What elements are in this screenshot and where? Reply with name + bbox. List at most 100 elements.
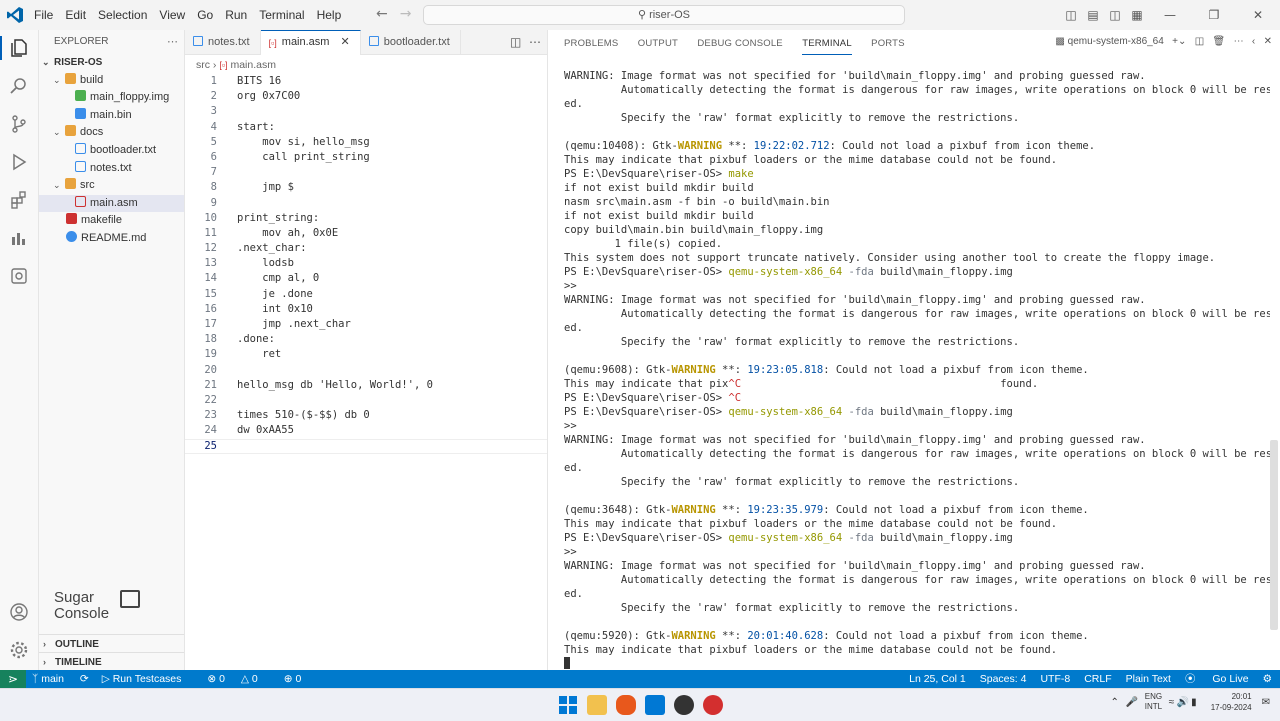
indentation[interactable]: Spaces: 4: [980, 670, 1027, 688]
split-editor-icon[interactable]: ◫: [510, 35, 521, 49]
terminal-name[interactable]: qemu-system-x86_64: [1068, 36, 1164, 47]
ports-indicator[interactable]: ⊕ 0: [284, 670, 315, 688]
menu-help[interactable]: Help: [311, 8, 348, 22]
code-area[interactable]: 1 BITS 16 2 org 0x7C00 3 4 start: 5 mov si, hel…: [185, 74, 547, 454]
run-debug-icon[interactable]: [9, 152, 29, 172]
command-center-search[interactable]: ⚲ riser-OS: [423, 5, 905, 25]
txt-file-icon: [75, 142, 86, 154]
workspace-root[interactable]: ⌄ RISER-OS: [39, 54, 184, 72]
account-icon[interactable]: [9, 602, 29, 622]
search-icon[interactable]: [9, 76, 29, 96]
toggle-secondary-sidebar-icon[interactable]: ◫: [1104, 8, 1126, 22]
close-tab-icon[interactable]: ✕: [341, 36, 350, 48]
restore-icon[interactable]: ❐: [1192, 8, 1236, 22]
folder-file-icon: [65, 125, 76, 137]
github-icon[interactable]: [674, 695, 694, 715]
toggle-panel-icon[interactable]: ▤: [1082, 8, 1104, 22]
back-arrow-icon[interactable]: ←: [376, 6, 388, 22]
tree-item-src[interactable]: ⌄ src: [39, 177, 184, 195]
windows-start-icon[interactable]: [558, 695, 578, 715]
tree-item-main-bin[interactable]: main.bin: [39, 107, 184, 125]
menu-edit[interactable]: Edit: [59, 8, 92, 22]
encoding[interactable]: UTF-8: [1040, 670, 1070, 688]
customize-layout-icon[interactable]: ▦: [1126, 8, 1148, 22]
problems-indicator[interactable]: ⊗ 0 △ 0: [207, 670, 270, 688]
qemu-icon[interactable]: [703, 695, 723, 715]
explorer-files-icon[interactable]: [9, 38, 29, 58]
code-line: 19 ret: [185, 347, 547, 362]
menu-terminal[interactable]: Terminal: [253, 8, 310, 22]
remote-indicator-icon[interactable]: ⋗: [0, 670, 26, 688]
go-live-button[interactable]: ⦿ Go Live: [1185, 670, 1249, 688]
wifi-icon[interactable]: ≈: [1169, 697, 1175, 708]
more-actions-icon[interactable]: ⋯: [167, 30, 178, 54]
tree-item-makefile[interactable]: makefile: [39, 212, 184, 230]
tab-main-asm[interactable]: [▫] main.asm ✕: [260, 30, 361, 55]
battery-icon[interactable]: ▮: [1191, 697, 1197, 708]
menu-file[interactable]: File: [28, 8, 59, 22]
chevron-down-icon[interactable]: ⌄: [1178, 36, 1186, 47]
terminal-scrollbar[interactable]: [1270, 440, 1278, 630]
volume-icon[interactable]: 🔊: [1176, 697, 1188, 708]
notification-icon[interactable]: ✉: [1262, 697, 1270, 708]
breadcrumb-file[interactable]: main.asm: [230, 59, 276, 71]
terminal-line: Specify the 'raw' format explicitly to r…: [564, 476, 1020, 488]
cursor-position[interactable]: Ln 25, Col 1: [909, 670, 966, 688]
line-endings[interactable]: CRLF: [1084, 670, 1111, 688]
maximize-panel-icon[interactable]: ‹: [1252, 36, 1255, 47]
terminal-output[interactable]: WARNING: Image format was not specified …: [564, 69, 1270, 671]
source-control-icon[interactable]: [9, 114, 29, 134]
tree-item-main-asm[interactable]: main.asm: [39, 194, 184, 213]
tab-notes-txt[interactable]: notes.txt: [185, 30, 261, 54]
brave-browser-icon[interactable]: [616, 695, 636, 715]
timeline-section[interactable]: › TIMELINE: [39, 652, 184, 670]
close-window-icon[interactable]: ✕: [1236, 8, 1280, 22]
more-actions-icon[interactable]: ⋯: [529, 35, 541, 49]
code-text: int 0x10: [237, 302, 313, 315]
tab-bootloader-txt[interactable]: bootloader.txt: [361, 30, 461, 54]
clock[interactable]: 20:01 17-09-2024: [1211, 691, 1252, 713]
more-actions-icon[interactable]: ⋯: [1234, 36, 1244, 47]
chevron-up-icon[interactable]: ⌃: [1111, 697, 1119, 708]
tab-problems[interactable]: PROBLEMS: [564, 32, 618, 56]
tree-item-bootloader-txt[interactable]: bootloader.txt: [39, 142, 184, 160]
language-mode[interactable]: Plain Text: [1126, 670, 1171, 688]
menu-selection[interactable]: Selection: [92, 8, 153, 22]
run-testcases-button[interactable]: ▷ Run Testcases: [102, 670, 195, 688]
breadcrumb-folder[interactable]: src: [196, 59, 210, 71]
notifications-bell-icon[interactable]: ⚙: [1263, 670, 1272, 688]
terminal-line: (qemu:5920): Gtk-WARNING **: 20:01:40.62…: [564, 630, 1089, 642]
close-panel-icon[interactable]: ✕: [1264, 36, 1272, 47]
tree-item-readme-md[interactable]: README.md: [39, 230, 184, 248]
outline-section[interactable]: › OUTLINE: [39, 634, 184, 652]
tab-debug-console[interactable]: DEBUG CONSOLE: [697, 32, 782, 56]
tree-item-build[interactable]: ⌄ build: [39, 72, 184, 90]
terminal-line: This may indicate that pixbuf loaders or…: [564, 644, 1058, 656]
remote-explorer-icon[interactable]: [9, 266, 29, 286]
trash-icon[interactable]: 🗑: [1213, 36, 1226, 47]
tab-terminal[interactable]: TERMINAL: [802, 33, 852, 55]
folder-file-icon: [65, 178, 76, 190]
extensions-icon[interactable]: [9, 190, 29, 210]
menu-run[interactable]: Run: [219, 8, 253, 22]
branch-indicator[interactable]: ᛉ main ⟳: [32, 670, 89, 688]
forward-arrow-icon[interactable]: →: [400, 6, 412, 22]
tab-output[interactable]: OUTPUT: [638, 32, 678, 56]
minimize-icon[interactable]: —: [1148, 8, 1192, 22]
language-indicator[interactable]: ENG INTL: [1145, 692, 1162, 712]
chart-icon[interactable]: [9, 228, 29, 248]
file-explorer-icon[interactable]: [587, 695, 607, 715]
tree-item-notes-txt[interactable]: notes.txt: [39, 160, 184, 178]
split-terminal-icon[interactable]: ◫: [1195, 36, 1204, 47]
tree-item-main-floppy-img[interactable]: main_floppy.img: [39, 89, 184, 107]
toggle-sidebar-icon[interactable]: ◫: [1060, 8, 1082, 22]
tab-ports[interactable]: PORTS: [871, 32, 905, 56]
microphone-icon[interactable]: 🎤: [1126, 697, 1138, 708]
tree-item-docs[interactable]: ⌄ docs: [39, 124, 184, 142]
vscode-taskbar-icon[interactable]: [645, 695, 665, 715]
settings-gear-icon[interactable]: [9, 640, 29, 660]
code-line: 3: [185, 104, 547, 119]
menu-go[interactable]: Go: [191, 8, 219, 22]
menu-view[interactable]: View: [153, 8, 191, 22]
